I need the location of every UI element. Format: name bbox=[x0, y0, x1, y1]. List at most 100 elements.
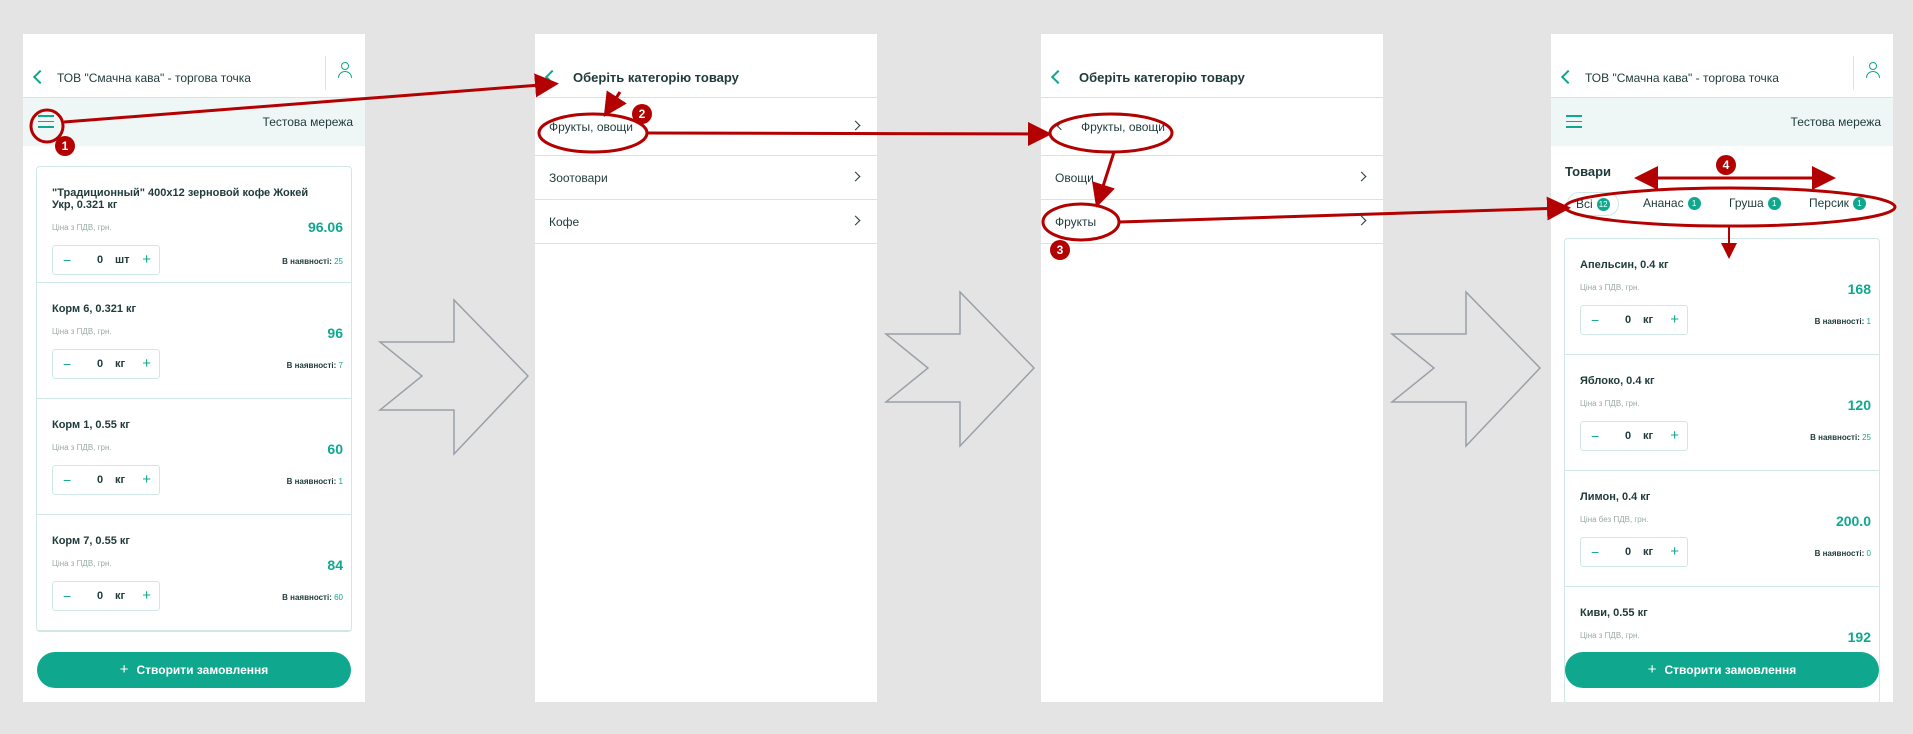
menu-icon[interactable] bbox=[1566, 115, 1582, 128]
quantity-value: 0 bbox=[97, 254, 104, 266]
chevron-right-icon bbox=[850, 171, 861, 182]
tab-pear[interactable]: Груша 1 bbox=[1729, 196, 1781, 210]
network-name: Тестова мережа bbox=[262, 115, 353, 129]
screen-products-list: ТОВ "Смачна кава" - торгова точка Тестов… bbox=[23, 34, 365, 702]
goods-heading: Товари bbox=[1565, 164, 1612, 179]
product-price: 84 bbox=[327, 557, 343, 573]
unit-label: шт bbox=[115, 254, 130, 266]
user-profile-button[interactable] bbox=[1853, 56, 1893, 90]
chevron-right-icon bbox=[850, 215, 861, 226]
price-label: Ціна з ПДВ, грн. bbox=[52, 223, 112, 232]
product-price: 192 bbox=[1847, 629, 1871, 645]
parent-category-back[interactable]: Фрукты, овощи bbox=[1041, 98, 1383, 156]
increment-button[interactable]: + bbox=[1670, 543, 1679, 560]
decrement-button[interactable]: − bbox=[63, 252, 71, 268]
filter-tabs: Всі 12 Ананас 1 Груша 1 Персик 1 bbox=[1565, 192, 1885, 220]
product-name: Лимон, 0.4 кг bbox=[1580, 491, 1651, 503]
category-label: Фрукты bbox=[1055, 215, 1097, 229]
stock-info: В наявності: 1 bbox=[286, 477, 343, 486]
quantity-stepper[interactable]: − 0 кг + bbox=[52, 581, 160, 611]
create-order-button[interactable]: + Створити замовлення bbox=[1565, 652, 1879, 688]
quantity-stepper[interactable]: − 0 кг + bbox=[1580, 421, 1688, 451]
product-price: 200.0 bbox=[1835, 513, 1871, 529]
decrement-button[interactable]: − bbox=[1591, 428, 1599, 444]
tab-pineapple[interactable]: Ананас 1 bbox=[1643, 196, 1701, 210]
quantity-stepper[interactable]: − 0 шт + bbox=[52, 245, 160, 275]
tab-peach[interactable]: Персик 1 bbox=[1809, 196, 1866, 210]
product-card: Апельсин, 0.4 кг Ціна з ПДВ, грн. 168 − … bbox=[1565, 239, 1879, 355]
parent-category-label: Фрукты, овощи bbox=[1081, 120, 1165, 134]
category-item[interactable]: Кофе bbox=[535, 200, 877, 244]
plus-icon: + bbox=[1647, 661, 1657, 678]
price-label: Ціна без ПДВ, грн. bbox=[1580, 515, 1649, 524]
back-chevron-icon[interactable] bbox=[32, 69, 48, 85]
product-price: 168 bbox=[1847, 281, 1871, 297]
category-item[interactable]: Овощи bbox=[1041, 156, 1383, 200]
product-name: Киви, 0.55 кг bbox=[1580, 607, 1648, 619]
store-title: ТОВ "Смачна кава" - торгова точка bbox=[57, 71, 251, 85]
screen-subcategory-select: Оберіть категорію товару Фрукты, овощи О… bbox=[1041, 34, 1383, 702]
increment-button[interactable]: + bbox=[1670, 427, 1679, 444]
quantity-stepper[interactable]: − 0 кг + bbox=[1580, 305, 1688, 335]
decrement-button[interactable]: − bbox=[63, 356, 71, 372]
quantity-value: 0 bbox=[1625, 546, 1632, 558]
quantity-value: 0 bbox=[1625, 430, 1632, 442]
product-price: 120 bbox=[1847, 397, 1871, 413]
back-chevron-icon[interactable] bbox=[1050, 69, 1066, 85]
category-item[interactable]: Фрукты bbox=[1041, 200, 1383, 244]
product-price: 96.06 bbox=[307, 219, 343, 235]
chevron-right-icon bbox=[1356, 171, 1367, 182]
product-list: Апельсин, 0.4 кг Ціна з ПДВ, грн. 168 − … bbox=[1564, 238, 1880, 702]
tab-all[interactable]: Всі 12 bbox=[1567, 192, 1619, 216]
quantity-value: 0 bbox=[97, 358, 104, 370]
header: ТОВ "Смачна кава" - торгова точка bbox=[1551, 34, 1893, 98]
increment-button[interactable]: + bbox=[142, 355, 151, 372]
decrement-button[interactable]: − bbox=[63, 472, 71, 488]
screen-filtered-products: ТОВ "Смачна кава" - торгова точка Тестов… bbox=[1551, 34, 1893, 702]
increment-button[interactable]: + bbox=[142, 251, 151, 268]
menu-icon[interactable] bbox=[38, 115, 54, 128]
network-bar: Тестова мережа bbox=[23, 98, 365, 146]
unit-label: кг bbox=[115, 474, 126, 486]
store-title: ТОВ "Смачна кава" - торгова точка bbox=[1585, 71, 1779, 85]
increment-button[interactable]: + bbox=[142, 471, 151, 488]
page-title: Оберіть категорію товару bbox=[573, 70, 739, 85]
price-label: Ціна з ПДВ, грн. bbox=[1580, 283, 1640, 292]
quantity-stepper[interactable]: − 0 кг + bbox=[52, 465, 160, 495]
network-name: Тестова мережа bbox=[1790, 115, 1881, 129]
category-item[interactable]: Зоотовари bbox=[535, 156, 877, 200]
stock-info: В наявності: 0 bbox=[1814, 549, 1871, 558]
product-card: Яблоко, 0.4 кг Ціна з ПДВ, грн. 120 − 0 … bbox=[1565, 355, 1879, 471]
quantity-stepper[interactable]: − 0 кг + bbox=[1580, 537, 1688, 567]
product-name: Яблоко, 0.4 кг bbox=[1580, 375, 1655, 387]
stock-info: В наявності: 25 bbox=[282, 257, 343, 266]
price-label: Ціна з ПДВ, грн. bbox=[1580, 399, 1640, 408]
stock-info: В наявності: 1 bbox=[1814, 317, 1871, 326]
count-badge: 1 bbox=[1687, 197, 1701, 210]
category-item[interactable]: Фрукты, овощи bbox=[535, 98, 877, 156]
product-card: "Традиционный" 400x12 зерновой кофе Жоке… bbox=[37, 167, 351, 283]
product-card: Лимон, 0.4 кг Ціна без ПДВ, грн. 200.0 −… bbox=[1565, 471, 1879, 587]
increment-button[interactable]: + bbox=[1670, 311, 1679, 328]
header: Оберіть категорію товару bbox=[535, 34, 877, 98]
decrement-button[interactable]: − bbox=[63, 588, 71, 604]
user-icon bbox=[341, 62, 349, 70]
category-label: Овощи bbox=[1055, 171, 1094, 185]
header: ТОВ "Смачна кава" - торгова точка bbox=[23, 34, 365, 98]
count-badge: 12 bbox=[1596, 198, 1610, 211]
count-badge: 1 bbox=[1852, 197, 1866, 210]
create-order-button[interactable]: + Створити замовлення bbox=[37, 652, 351, 688]
product-list: "Традиционный" 400x12 зерновой кофе Жоке… bbox=[36, 166, 352, 632]
flow-arrow-icon bbox=[1390, 290, 1542, 448]
price-label: Ціна з ПДВ, грн. bbox=[52, 443, 112, 452]
back-chevron-icon[interactable] bbox=[1560, 69, 1576, 85]
decrement-button[interactable]: − bbox=[1591, 544, 1599, 560]
stock-info: В наявності: 25 bbox=[1810, 433, 1871, 442]
quantity-stepper[interactable]: − 0 кг + bbox=[52, 349, 160, 379]
back-chevron-icon[interactable] bbox=[544, 69, 560, 85]
chevron-right-icon bbox=[1356, 215, 1367, 226]
price-label: Ціна з ПДВ, грн. bbox=[1580, 631, 1640, 640]
user-profile-button[interactable] bbox=[325, 56, 365, 90]
decrement-button[interactable]: − bbox=[1591, 312, 1599, 328]
increment-button[interactable]: + bbox=[142, 587, 151, 604]
